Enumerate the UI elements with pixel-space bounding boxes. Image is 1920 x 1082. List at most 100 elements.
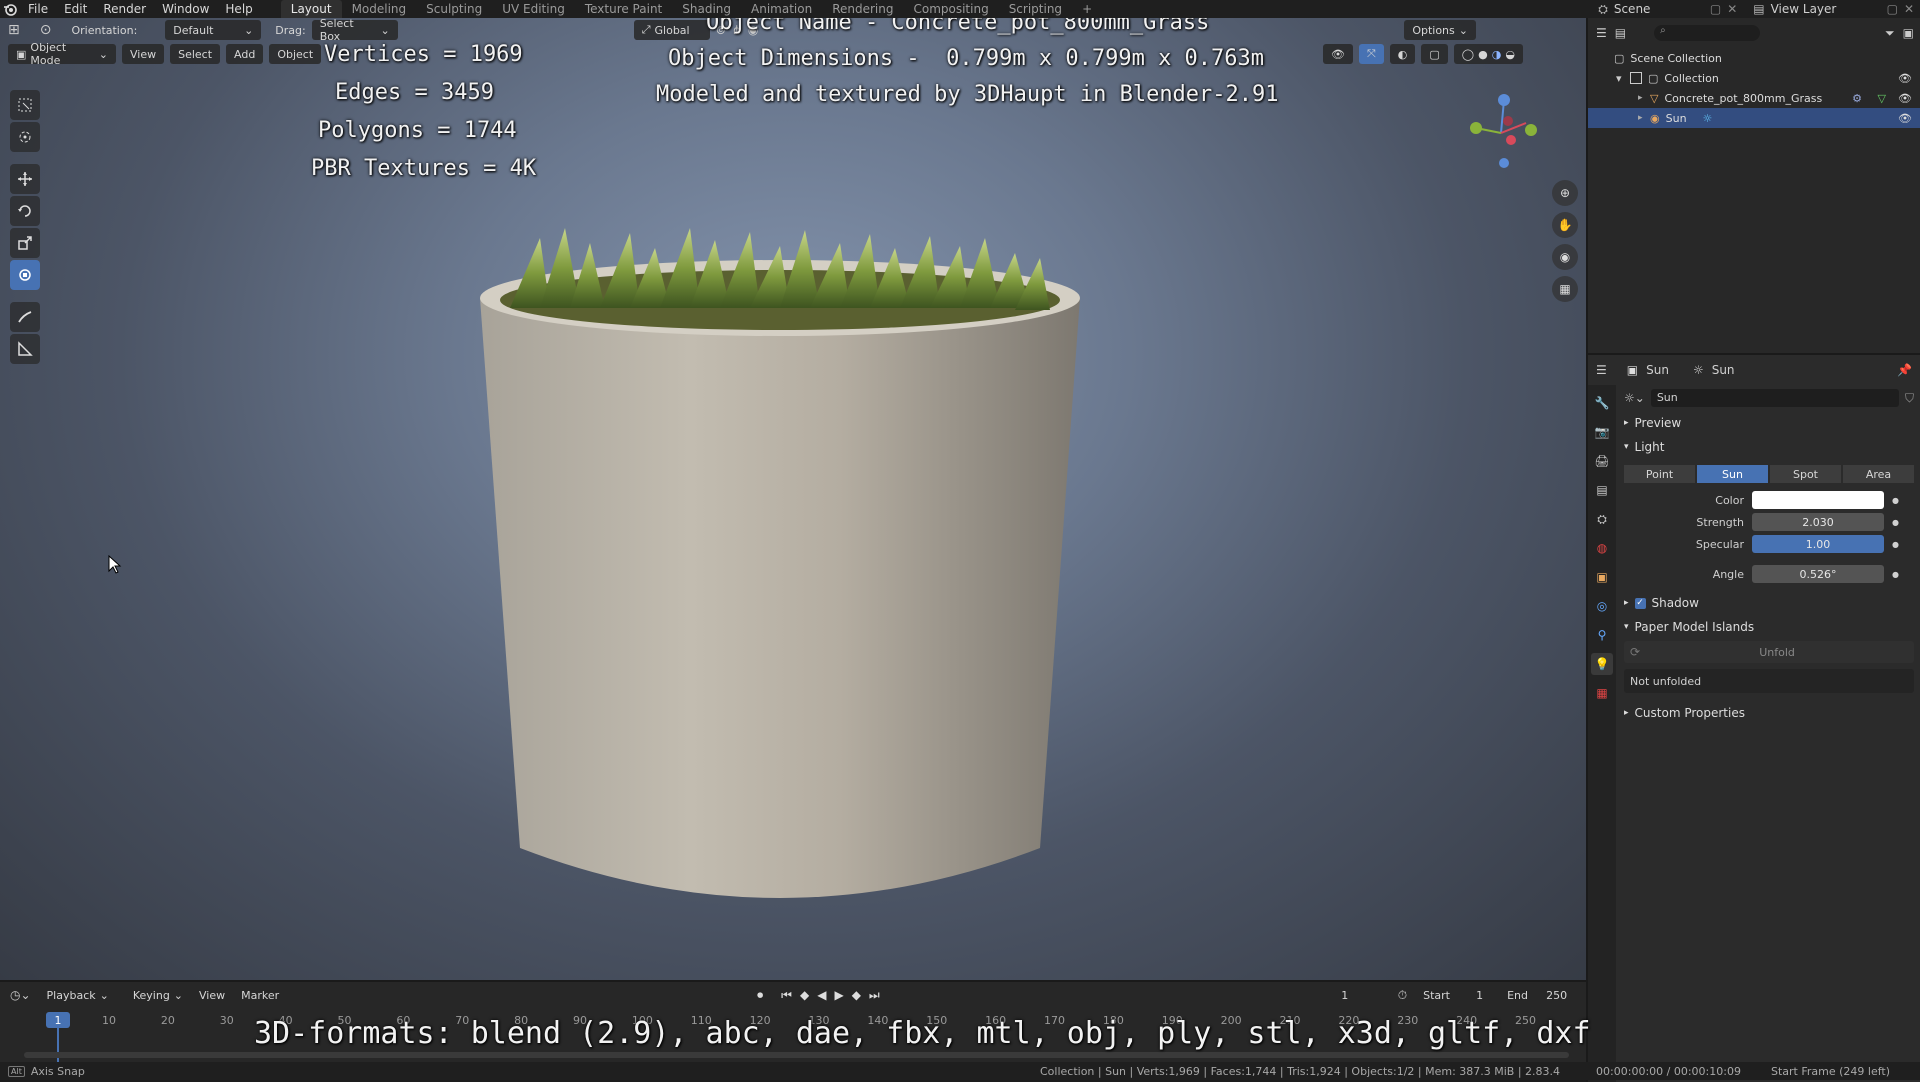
render-tab-icon[interactable]: 📷	[1591, 421, 1613, 443]
datablock-name-field[interactable]: Sun	[1650, 389, 1899, 407]
light-browse-icon[interactable]: ☼⌄	[1624, 391, 1645, 405]
start-frame-field[interactable]: Start 1	[1415, 985, 1492, 1005]
zoom-icon[interactable]: ⊕	[1552, 180, 1578, 206]
transform-orientation-dropdown[interactable]: ⤢ Global	[633, 20, 710, 40]
playback-menu[interactable]: Playback ⌄	[38, 985, 117, 1005]
new-collection-icon[interactable]: ▣	[1903, 26, 1914, 40]
stopwatch-icon[interactable]: ⏱	[1398, 988, 1407, 1003]
outliner-row-pot[interactable]: ▸ ▽ Concrete_pot_800mm_Grass ⚙ ▽ 👁	[1588, 88, 1920, 108]
tab-texture-paint[interactable]: Texture Paint	[575, 0, 672, 18]
specular-slider[interactable]: 1.00	[1752, 535, 1884, 553]
strength-field[interactable]: 2.030	[1752, 513, 1884, 531]
eye-icon[interactable]: 👁	[1898, 92, 1912, 105]
drag-dropdown[interactable]: Select Box ⌄	[311, 18, 398, 43]
timeline-scrollbar[interactable]	[24, 1052, 1569, 1058]
editor-type-icon[interactable]: ⊞	[8, 22, 20, 38]
delete-view-layer-icon[interactable]: ✕	[1904, 2, 1914, 16]
record-icon[interactable]: ⏺	[757, 988, 763, 1003]
outliner-editor-type-icon[interactable]: ☰	[1596, 26, 1607, 40]
light-type-area[interactable]: Area	[1843, 465, 1914, 483]
rendered-shading-icon[interactable]: ◒	[1505, 48, 1515, 61]
visibility-icon[interactable]: 👁	[1323, 44, 1353, 64]
perspective-toggle-icon[interactable]: ▦	[1552, 276, 1578, 302]
prev-keyframe-icon[interactable]: ◆	[800, 988, 809, 1002]
jump-start-icon[interactable]: ⏮	[781, 988, 792, 1003]
active-tool-icon[interactable]: ⊙	[40, 22, 52, 38]
light-type-spot[interactable]: Spot	[1770, 465, 1841, 483]
paper-model-panel[interactable]: ▾ Paper Model Islands	[1624, 615, 1914, 639]
color-swatch[interactable]	[1752, 491, 1884, 509]
object-tab-icon[interactable]: ▣	[1591, 566, 1613, 588]
scale-tool-icon[interactable]	[10, 228, 40, 258]
expand-arrow-icon[interactable]: ▸	[1638, 113, 1650, 123]
custom-properties-panel[interactable]: ▸ Custom Properties	[1624, 701, 1914, 725]
camera-view-icon[interactable]: ◉	[1552, 244, 1578, 270]
tab-rendering[interactable]: Rendering	[822, 0, 903, 18]
orientation-dropdown[interactable]: Default ⌄	[165, 20, 262, 40]
cursor-tool-icon[interactable]	[10, 122, 40, 152]
scene-tab-icon[interactable]: ⛭	[1591, 508, 1613, 530]
texture-tab-icon[interactable]: ▦	[1591, 682, 1613, 704]
pan-hand-icon[interactable]: ✋	[1552, 212, 1578, 238]
rotate-tool-icon[interactable]	[10, 196, 40, 226]
light-data-tab-icon[interactable]: 💡	[1591, 653, 1613, 675]
end-frame-field[interactable]: End 250	[1499, 985, 1576, 1005]
jump-end-icon[interactable]: ⏭	[869, 988, 880, 1003]
angle-field[interactable]: 0.526°	[1752, 565, 1884, 583]
eye-icon[interactable]: 👁	[1898, 112, 1912, 125]
measure-tool-icon[interactable]	[10, 334, 40, 364]
blender-logo-icon[interactable]	[0, 2, 20, 16]
wireframe-shading-icon[interactable]: ◯	[1462, 48, 1474, 61]
outliner-row-sun[interactable]: ▸ ◉ Sun ☼ 👁	[1588, 108, 1920, 128]
light-panel[interactable]: ▾ Light	[1624, 435, 1914, 459]
shadow-checkbox[interactable]: ✓	[1634, 597, 1646, 609]
light-type-point[interactable]: Point	[1624, 465, 1695, 483]
annotate-tool-icon[interactable]	[10, 302, 40, 332]
keying-menu[interactable]: Keying ⌄	[124, 985, 192, 1005]
tab-sculpting[interactable]: Sculpting	[416, 0, 492, 18]
properties-editor-type-icon[interactable]: ☰	[1596, 363, 1607, 377]
add-workspace-icon[interactable]: +	[1072, 0, 1102, 18]
menu-window[interactable]: Window	[154, 0, 217, 18]
object-menu[interactable]: Object	[269, 44, 322, 64]
marker-menu[interactable]: Marker	[241, 989, 279, 1002]
gizmo-toggle-icon[interactable]: ⤧	[1358, 44, 1384, 64]
keyframe-dot-icon[interactable]: ●	[1892, 570, 1899, 579]
expand-arrow-icon[interactable]: ▸	[1638, 93, 1650, 103]
select-box-tool-icon[interactable]	[10, 90, 40, 120]
outliner-row-collection[interactable]: ▾ ▢ Collection 👁	[1588, 68, 1920, 88]
filter-icon[interactable]: ⏷	[1885, 26, 1895, 41]
outliner-row-scene-collection[interactable]: ▢ Scene Collection	[1588, 48, 1920, 68]
timeline-editor-type-icon[interactable]: ◷⌄	[10, 988, 31, 1002]
collection-checkbox[interactable]	[1630, 72, 1642, 84]
tab-compositing[interactable]: Compositing	[903, 0, 998, 18]
keyframe-dot-icon[interactable]: ●	[1892, 518, 1899, 527]
view-menu[interactable]: View	[122, 44, 165, 64]
world-tab-icon[interactable]: ◍	[1591, 537, 1613, 559]
tab-layout[interactable]: Layout	[280, 0, 342, 18]
menu-file[interactable]: File	[20, 0, 56, 18]
keyframe-dot-icon[interactable]: ●	[1892, 496, 1899, 505]
pin-icon[interactable]: 📌	[1897, 363, 1912, 377]
new-view-layer-icon[interactable]: ▢	[1887, 2, 1898, 16]
outliner-search-icon[interactable]: ⌕	[1654, 25, 1761, 41]
next-keyframe-icon[interactable]: ◆	[852, 988, 861, 1002]
options-dropdown[interactable]: Options ⌄	[1404, 20, 1476, 40]
keyframe-dot-icon[interactable]: ●	[1892, 540, 1899, 549]
navigation-gizmo[interactable]	[1456, 88, 1546, 178]
refresh-icon[interactable]: ⟳	[1630, 645, 1640, 659]
display-mode-icon[interactable]: ▤	[1615, 26, 1626, 40]
tab-uv-editing[interactable]: UV Editing	[492, 0, 575, 18]
xray-toggle-icon[interactable]: ▢	[1421, 44, 1448, 64]
tab-modeling[interactable]: Modeling	[342, 0, 417, 18]
fake-user-shield-icon[interactable]: ⛉	[1905, 391, 1914, 406]
constraints-tab-icon[interactable]: ⚲	[1591, 624, 1613, 646]
current-frame-field[interactable]: 1	[1307, 985, 1382, 1005]
material-shading-icon[interactable]: ◑	[1492, 48, 1502, 61]
preview-panel[interactable]: ▸ Preview	[1624, 411, 1914, 435]
add-menu[interactable]: Add	[226, 44, 264, 64]
unfold-button[interactable]: Unfold	[1640, 646, 1914, 659]
light-type-sun[interactable]: Sun	[1697, 465, 1768, 483]
eye-icon[interactable]: 👁	[1898, 72, 1912, 85]
mode-dropdown[interactable]: ▣ Object Mode ⌄	[8, 41, 116, 67]
